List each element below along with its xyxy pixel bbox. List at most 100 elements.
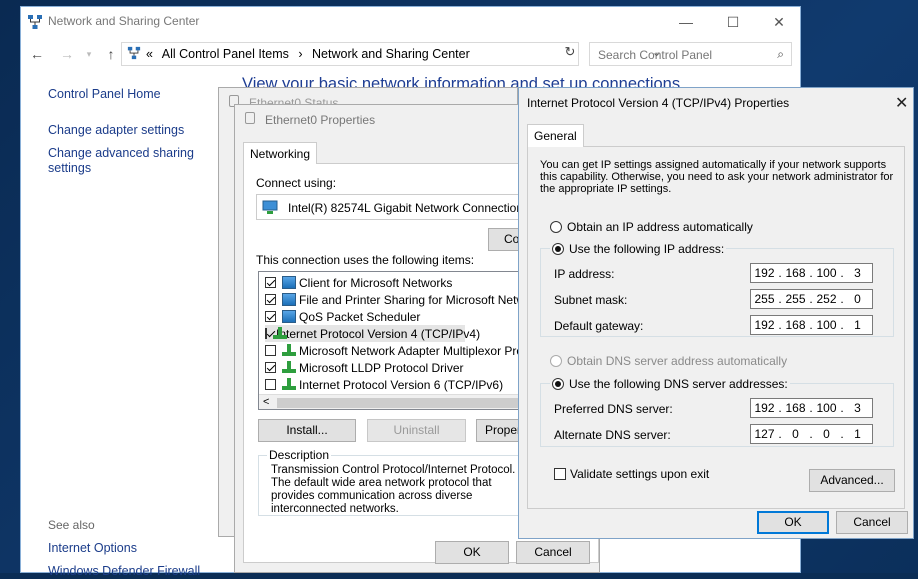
change-adapter-settings-link[interactable]: Change adapter settings — [48, 123, 184, 138]
checkbox[interactable] — [265, 345, 276, 356]
default-gateway-field[interactable]: 192. 168. 100. 1 — [750, 315, 873, 335]
internet-options-link[interactable]: Internet Options — [48, 541, 137, 556]
ethernet-icon — [245, 112, 255, 124]
description-text: Transmission Control Protocol/Internet P… — [271, 464, 516, 515]
list-item[interactable]: Client for Microsoft Networks — [265, 274, 452, 291]
octet: 0 — [823, 427, 830, 441]
list-item[interactable]: Microsoft Network Adapter Multiplexor Pr… — [265, 342, 548, 359]
manual-dns-option[interactable]: Use the following DNS server addresses: — [550, 377, 790, 391]
checkbox[interactable] — [265, 277, 276, 288]
network-center-icon — [28, 15, 42, 29]
description-label: Description — [267, 448, 332, 462]
address-bar[interactable]: « All Control Panel Items › Network and … — [121, 42, 661, 66]
octet: 0 — [854, 292, 861, 306]
list-item[interactable]: QoS Packet Scheduler — [265, 308, 420, 325]
octet: 100 — [816, 401, 837, 415]
radio[interactable] — [552, 378, 564, 390]
manual-ip-option[interactable]: Use the following IP address: — [550, 242, 727, 256]
preferred-dns-field[interactable]: 192. 168. 100. 3 — [750, 398, 873, 418]
validate-option[interactable]: Validate settings upon exit — [554, 467, 709, 481]
breadcrumb-separator[interactable]: › — [298, 47, 302, 61]
list-item[interactable]: File and Printer Sharing for Microsoft N… — [265, 291, 548, 308]
auto-dns-option[interactable]: Obtain DNS server address automatically — [550, 354, 787, 368]
forward-arrow-icon[interactable]: → — [57, 45, 77, 63]
maximize-button[interactable]: ☐ — [710, 10, 756, 34]
install-button[interactable]: Install... — [258, 419, 356, 442]
subnet-mask-field[interactable]: 255. 255. 252. 0 — [750, 289, 873, 309]
octet: 100 — [816, 266, 837, 280]
ipv4-properties-dialog: Internet Protocol Version 4 (TCP/IPv4) P… — [518, 87, 914, 539]
checkbox[interactable] — [265, 379, 276, 390]
windows-firewall-link[interactable]: Windows Defender Firewall — [48, 564, 200, 579]
protocol-icon — [282, 344, 296, 357]
tab-general[interactable]: General — [527, 124, 584, 147]
item-label: Client for Microsoft Networks — [299, 275, 453, 290]
checkbox[interactable] — [265, 328, 267, 339]
up-arrow-icon[interactable]: ↑ — [101, 45, 121, 63]
octet: 192 — [754, 266, 775, 280]
list-item[interactable]: Microsoft LLDP Protocol Driver — [265, 359, 464, 376]
recent-dropdown-icon[interactable]: ▾ — [79, 45, 99, 63]
octet: 1 — [854, 318, 861, 332]
ip-address-field[interactable]: 192. 168. 100. 3 — [750, 263, 873, 283]
octet: 100 — [816, 318, 837, 332]
qos-icon — [282, 310, 296, 323]
list-item-selected[interactable]: Internet Protocol Version 4 (TCP/IPv4) — [265, 325, 480, 342]
auto-ip-label: Obtain an IP address automatically — [567, 220, 753, 234]
protocol-icon — [282, 378, 296, 391]
adapter-name: Intel(R) 82574L Gigabit Network Connecti… — [288, 201, 524, 215]
window-title: Network and Sharing Center — [48, 14, 200, 28]
scroll-left-arrow[interactable]: < — [263, 396, 269, 408]
octet: 3 — [854, 401, 861, 415]
cancel-button[interactable]: Cancel — [836, 511, 908, 534]
breadcrumb-current[interactable]: Network and Sharing Center — [312, 47, 470, 61]
alternate-dns-field[interactable]: 127. 0. 0. 1 — [750, 424, 873, 444]
refresh-icon[interactable]: ↻ — [561, 44, 579, 64]
default-gateway-label: Default gateway: — [554, 319, 644, 333]
item-label: File and Printer Sharing for Microsoft N… — [299, 292, 548, 307]
octet: 0 — [792, 427, 799, 441]
advanced-button[interactable]: Advanced... — [809, 469, 895, 492]
item-label: Microsoft Network Adapter Multiplexor Pr… — [299, 343, 549, 358]
see-also-label: See also — [48, 518, 95, 532]
breadcrumb-overflow[interactable]: « — [146, 47, 153, 61]
ip-address-group: Use the following IP address: IP address… — [540, 242, 894, 337]
cancel-button[interactable]: Cancel — [516, 541, 590, 564]
subnet-mask-label: Subnet mask: — [554, 293, 628, 307]
validate-label: Validate settings upon exit — [570, 467, 710, 481]
back-arrow-icon[interactable]: ← — [27, 45, 47, 63]
validate-checkbox[interactable] — [554, 468, 566, 480]
search-input[interactable]: Search Control Panel ⌕ — [589, 42, 792, 66]
octet: 127 — [754, 427, 775, 441]
change-advanced-sharing-link[interactable]: Change advanced sharing settings — [48, 146, 198, 176]
octet: 192 — [754, 318, 775, 332]
breadcrumb: « All Control Panel Items › Network and … — [146, 47, 476, 61]
close-icon[interactable]: ✕ — [895, 93, 908, 113]
close-button[interactable]: ✕ — [756, 10, 802, 34]
manual-dns-label: Use the following DNS server addresses: — [569, 377, 788, 391]
checkbox[interactable] — [265, 311, 276, 322]
auto-ip-option[interactable]: Obtain an IP address automatically — [550, 220, 753, 234]
octet: 252 — [816, 292, 837, 306]
search-icon[interactable]: ⌕ — [777, 47, 784, 62]
ok-button[interactable]: OK — [435, 541, 509, 564]
ipv4-dialog-title: Internet Protocol Version 4 (TCP/IPv4) P… — [527, 96, 790, 110]
radio[interactable] — [550, 221, 562, 233]
items-label: This connection uses the following items… — [256, 253, 475, 267]
checkbox[interactable] — [265, 294, 276, 305]
connect-using-label: Connect using: — [256, 176, 337, 190]
octet: 192 — [754, 401, 775, 415]
item-label: QoS Packet Scheduler — [299, 309, 421, 324]
ok-button[interactable]: OK — [757, 511, 829, 534]
uninstall-button[interactable]: Uninstall — [367, 419, 466, 442]
tab-networking[interactable]: Networking — [243, 142, 318, 164]
control-panel-home-link[interactable]: Control Panel Home — [48, 87, 161, 102]
radio[interactable] — [550, 355, 562, 367]
minimize-button[interactable]: — — [663, 10, 709, 34]
list-item[interactable]: Internet Protocol Version 6 (TCP/IPv6) — [265, 376, 503, 393]
checkbox[interactable] — [265, 362, 276, 373]
octet: 255 — [785, 292, 806, 306]
breadcrumb-all-items[interactable]: All Control Panel Items — [162, 47, 289, 61]
radio[interactable] — [552, 243, 564, 255]
scroll-thumb[interactable] — [277, 398, 527, 408]
